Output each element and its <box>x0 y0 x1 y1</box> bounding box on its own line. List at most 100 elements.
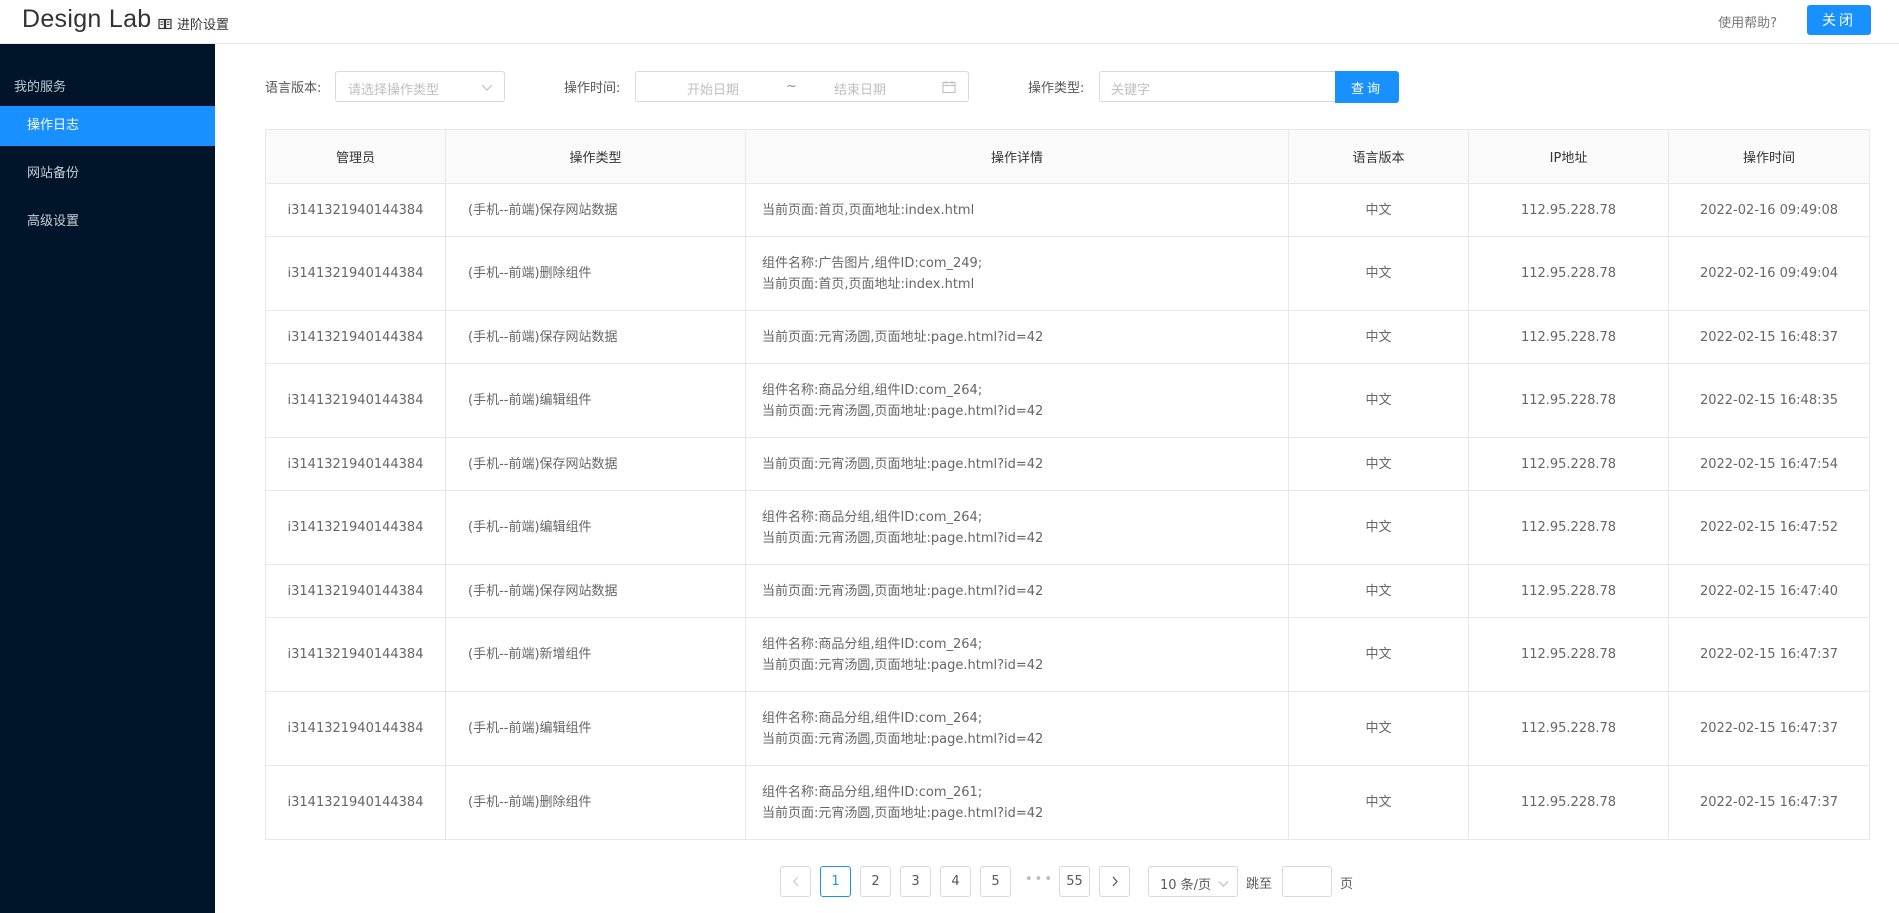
sidebar-item-site-backup[interactable]: 网站备份 <box>0 154 215 194</box>
cell-admin: i3141321940144384 <box>265 564 446 618</box>
page-button-3[interactable]: 3 <box>900 866 931 897</box>
cell-operation-time: 2022-02-15 16:47:40 <box>1668 564 1870 618</box>
cell-ip: 112.95.228.78 <box>1468 490 1669 565</box>
cell-ip: 112.95.228.78 <box>1468 765 1669 840</box>
cell-admin: i3141321940144384 <box>265 363 446 438</box>
detail-line: 当前页面:元宵汤圆,页面地址:page.html?id=42 <box>762 530 1044 546</box>
jump-to-page-input[interactable] <box>1282 866 1332 897</box>
detail-line: 当前页面:元宵汤圆,页面地址:page.html?id=42 <box>762 657 1044 673</box>
sidebar: 我的服务 操作日志 网站备份 高级设置 <box>0 44 215 913</box>
chevron-right-icon <box>1111 874 1119 889</box>
language-select[interactable]: 请选择操作类型 <box>335 71 505 102</box>
detail-line: 组件名称:广告图片,组件ID:com_249; <box>762 255 983 271</box>
cell-ip: 112.95.228.78 <box>1468 617 1669 692</box>
page-button-last[interactable]: 55 <box>1059 866 1090 897</box>
start-date-input[interactable]: 开始日期 <box>687 79 739 98</box>
detail-line: 当前页面:元宵汤圆,页面地址:page.html?id=42 <box>762 583 1044 599</box>
detail-line: 当前页面:元宵汤圆,页面地址:page.html?id=42 <box>762 403 1044 419</box>
close-button[interactable]: 关闭 <box>1807 5 1871 35</box>
cell-ip: 112.95.228.78 <box>1468 183 1669 237</box>
help-link[interactable]: 使用帮助? <box>1718 12 1777 31</box>
cell-operation-detail: 当前页面:元宵汤圆,页面地址:page.html?id=42 <box>745 564 1289 618</box>
detail-line: 组件名称:商品分组,组件ID:com_264; <box>762 382 983 398</box>
page-button-5[interactable]: 5 <box>980 866 1011 897</box>
query-button[interactable]: 查询 <box>1335 71 1399 103</box>
brand-logo: Design Lab <box>22 5 152 33</box>
table-row: i3141321940144384 (手机--前端)删除组件 组件名称:广告图片… <box>265 236 1870 311</box>
table-row: i3141321940144384 (手机--前端)编辑组件 组件名称:商品分组… <box>265 490 1870 565</box>
language-select-placeholder: 请选择操作类型 <box>348 83 440 98</box>
cell-ip: 112.95.228.78 <box>1468 310 1669 364</box>
top-header: Design Lab 进阶设置 使用帮助? 关闭 <box>0 0 1899 44</box>
detail-line: 组件名称:商品分组,组件ID:com_264; <box>762 509 983 525</box>
cell-operation-type: (手机--前端)保存网站数据 <box>445 183 746 237</box>
detail-line: 组件名称:商品分组,组件ID:com_264; <box>762 636 983 652</box>
date-range-picker[interactable]: 开始日期 ~ 结束日期 <box>635 71 969 102</box>
cell-language: 中文 <box>1288 236 1469 311</box>
cell-admin: i3141321940144384 <box>265 236 446 311</box>
cell-admin: i3141321940144384 <box>265 765 446 840</box>
chevron-down-icon <box>1218 877 1229 892</box>
page-size-select[interactable]: 10 条/页 <box>1148 866 1238 897</box>
table-row: i3141321940144384 (手机--前端)保存网站数据 当前页面:元宵… <box>265 310 1870 364</box>
advanced-settings-label: 进阶设置 <box>177 18 230 33</box>
page-button-2[interactable]: 2 <box>860 866 891 897</box>
end-date-input[interactable]: 结束日期 <box>834 79 886 98</box>
cell-language: 中文 <box>1288 617 1469 692</box>
keyword-placeholder: 关键字 <box>1111 83 1151 98</box>
page-button-4[interactable]: 4 <box>940 866 971 897</box>
cell-ip: 112.95.228.78 <box>1468 236 1669 311</box>
cell-operation-time: 2022-02-16 09:49:04 <box>1668 236 1870 311</box>
cell-operation-detail: 组件名称:商品分组,组件ID:com_264; 当前页面:元宵汤圆,页面地址:pa… <box>745 363 1289 438</box>
column-header-operation-time: 操作时间 <box>1668 129 1870 184</box>
book-icon <box>158 18 172 30</box>
cell-operation-type: (手机--前端)编辑组件 <box>445 363 746 438</box>
cell-operation-detail: 组件名称:商品分组,组件ID:com_264; 当前页面:元宵汤圆,页面地址:pa… <box>745 691 1289 766</box>
sidebar-item-label: 高级设置 <box>27 214 80 229</box>
column-header-language: 语言版本 <box>1288 129 1469 184</box>
cell-operation-type: (手机--前端)删除组件 <box>445 236 746 311</box>
cell-operation-time: 2022-02-15 16:48:37 <box>1668 310 1870 364</box>
cell-operation-type: (手机--前端)编辑组件 <box>445 490 746 565</box>
range-separator: ~ <box>786 79 797 94</box>
cell-operation-time: 2022-02-15 16:47:37 <box>1668 617 1870 692</box>
cell-language: 中文 <box>1288 310 1469 364</box>
language-filter-label: 语言版本: <box>265 81 322 96</box>
chevron-down-icon <box>481 81 493 96</box>
advanced-settings-link[interactable]: 进阶设置 <box>158 14 229 33</box>
page-button-1[interactable]: 1 <box>820 866 851 897</box>
keyword-input[interactable]: 关键字 <box>1099 71 1337 102</box>
detail-line: 组件名称:商品分组,组件ID:com_261; <box>762 784 983 800</box>
detail-line: 当前页面:首页,页面地址:index.html <box>762 202 975 218</box>
cell-operation-detail: 当前页面:元宵汤圆,页面地址:page.html?id=42 <box>745 437 1289 491</box>
detail-line: 组件名称:商品分组,组件ID:com_264; <box>762 710 983 726</box>
cell-language: 中文 <box>1288 490 1469 565</box>
cell-operation-type: (手机--前端)保存网站数据 <box>445 310 746 364</box>
cell-language: 中文 <box>1288 183 1469 237</box>
sidebar-item-operation-log[interactable]: 操作日志 <box>0 106 215 146</box>
sidebar-group-title: 我的服务 <box>14 80 67 95</box>
cell-operation-type: (手机--前端)编辑组件 <box>445 691 746 766</box>
cell-ip: 112.95.228.78 <box>1468 437 1669 491</box>
calendar-icon <box>942 80 956 98</box>
sidebar-item-advanced-settings[interactable]: 高级设置 <box>0 202 215 242</box>
column-header-operation-type: 操作类型 <box>445 129 746 184</box>
detail-line: 当前页面:首页,页面地址:index.html <box>762 276 975 292</box>
cell-language: 中文 <box>1288 691 1469 766</box>
table-row: i3141321940144384 (手机--前端)保存网站数据 当前页面:元宵… <box>265 437 1870 491</box>
cell-operation-type: (手机--前端)新增组件 <box>445 617 746 692</box>
detail-line: 当前页面:元宵汤圆,页面地址:page.html?id=42 <box>762 805 1044 821</box>
cell-ip: 112.95.228.78 <box>1468 691 1669 766</box>
pagination-ellipsis[interactable]: ••• <box>1025 872 1054 887</box>
cell-language: 中文 <box>1288 765 1469 840</box>
cell-ip: 112.95.228.78 <box>1468 564 1669 618</box>
table-row: i3141321940144384 (手机--前端)编辑组件 组件名称:商品分组… <box>265 363 1870 438</box>
prev-page-button[interactable] <box>780 866 811 897</box>
next-page-button[interactable] <box>1099 866 1130 897</box>
table-row: i3141321940144384 (手机--前端)编辑组件 组件名称:商品分组… <box>265 691 1870 766</box>
cell-admin: i3141321940144384 <box>265 310 446 364</box>
cell-admin: i3141321940144384 <box>265 183 446 237</box>
type-filter-label: 操作类型: <box>1028 81 1085 96</box>
table-row: i3141321940144384 (手机--前端)新增组件 组件名称:商品分组… <box>265 617 1870 692</box>
cell-language: 中文 <box>1288 564 1469 618</box>
